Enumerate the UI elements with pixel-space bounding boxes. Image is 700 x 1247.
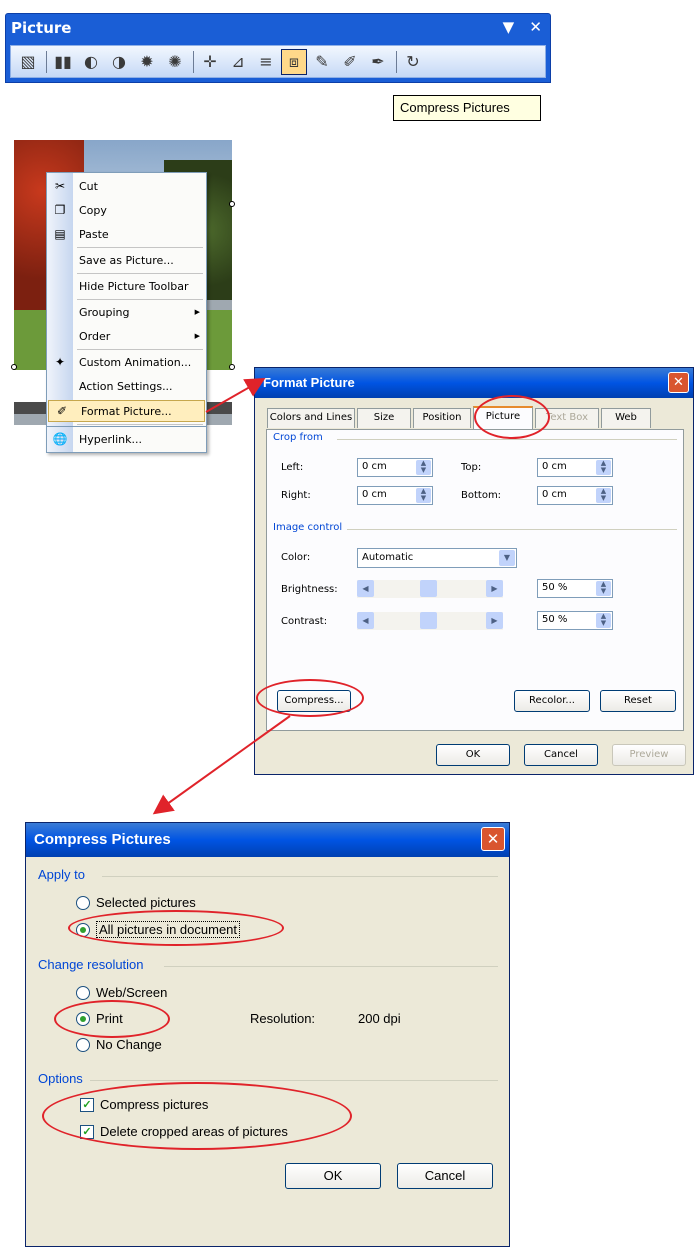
- arrow-to-compress-pictures: [152, 715, 291, 815]
- annotation-arrows: [152, 378, 291, 815]
- arrow-to-format-picture: [205, 378, 266, 413]
